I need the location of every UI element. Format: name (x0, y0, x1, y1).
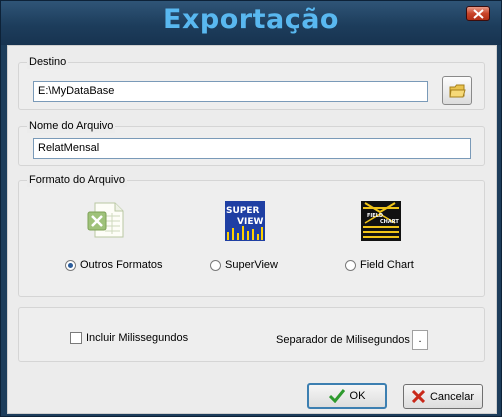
destino-label: Destino (27, 55, 69, 69)
title-bar[interactable]: Exportação (1, 1, 501, 45)
radio-field-chart[interactable]: Field Chart (345, 259, 414, 271)
checkmark-icon (328, 389, 345, 403)
radio-superview-label: SuperView (225, 259, 278, 271)
radio-dot[interactable] (210, 259, 221, 271)
excel-icon (87, 202, 124, 238)
cancel-label: Cancelar (429, 390, 475, 403)
nome-arquivo-label: Nome do Arquivo (27, 119, 116, 133)
radio-dot[interactable] (345, 259, 356, 271)
ok-button[interactable]: OK (307, 383, 387, 409)
separador-label: Separador de Milisegundos (276, 334, 410, 346)
nome-arquivo-field[interactable]: RelatMensal (33, 138, 471, 159)
separador-field[interactable]: . (412, 330, 428, 350)
superview-icon: SUPER VIEW (225, 201, 265, 241)
fieldchart-icon: FIELD CHART (361, 201, 401, 241)
radio-outros-formatos[interactable]: Outros Formatos (65, 259, 163, 271)
ok-label: OK (349, 390, 366, 402)
nome-arquivo-group: Nome do Arquivo RelatMensal (18, 119, 485, 166)
folder-icon (449, 84, 466, 98)
destino-path-field[interactable]: E:\MyDataBase (33, 81, 428, 102)
cancel-x-icon (411, 390, 425, 403)
browse-folder-button[interactable] (442, 76, 472, 105)
incluir-milissegundos-label: Incluir Milissegundos (86, 332, 189, 344)
incluir-milissegundos-checkbox[interactable]: Incluir Milissegundos (70, 332, 188, 344)
export-dialog: Exportação Destino E:\MyDataBase Nome do… (0, 0, 502, 417)
destino-group: Destino E:\MyDataBase (18, 55, 485, 110)
close-icon (473, 9, 484, 19)
radio-selected-dot[interactable] (65, 259, 76, 271)
radio-field-chart-label: Field Chart (360, 259, 414, 271)
superview-logo-line1: SUPER (226, 206, 260, 216)
fieldchart-logo-line2: CHART (380, 219, 399, 225)
cancel-button[interactable]: Cancelar (403, 384, 483, 409)
formato-group: Formato do Arquivo SUPER VIEW FIELD CHAR… (18, 173, 485, 297)
opcoes-group: Incluir Milissegundos Separador de Milis… (18, 307, 485, 362)
superview-logo-line2: VIEW (237, 217, 263, 227)
checkbox-box[interactable] (70, 332, 82, 344)
radio-superview[interactable]: SuperView (210, 259, 278, 271)
dialog-body: Destino E:\MyDataBase Nome do Arquivo Re… (7, 45, 497, 414)
radio-outros-formatos-label: Outros Formatos (80, 259, 163, 271)
formato-label: Formato do Arquivo (27, 173, 127, 187)
dialog-title: Exportação (163, 4, 339, 35)
close-button[interactable] (466, 6, 490, 21)
